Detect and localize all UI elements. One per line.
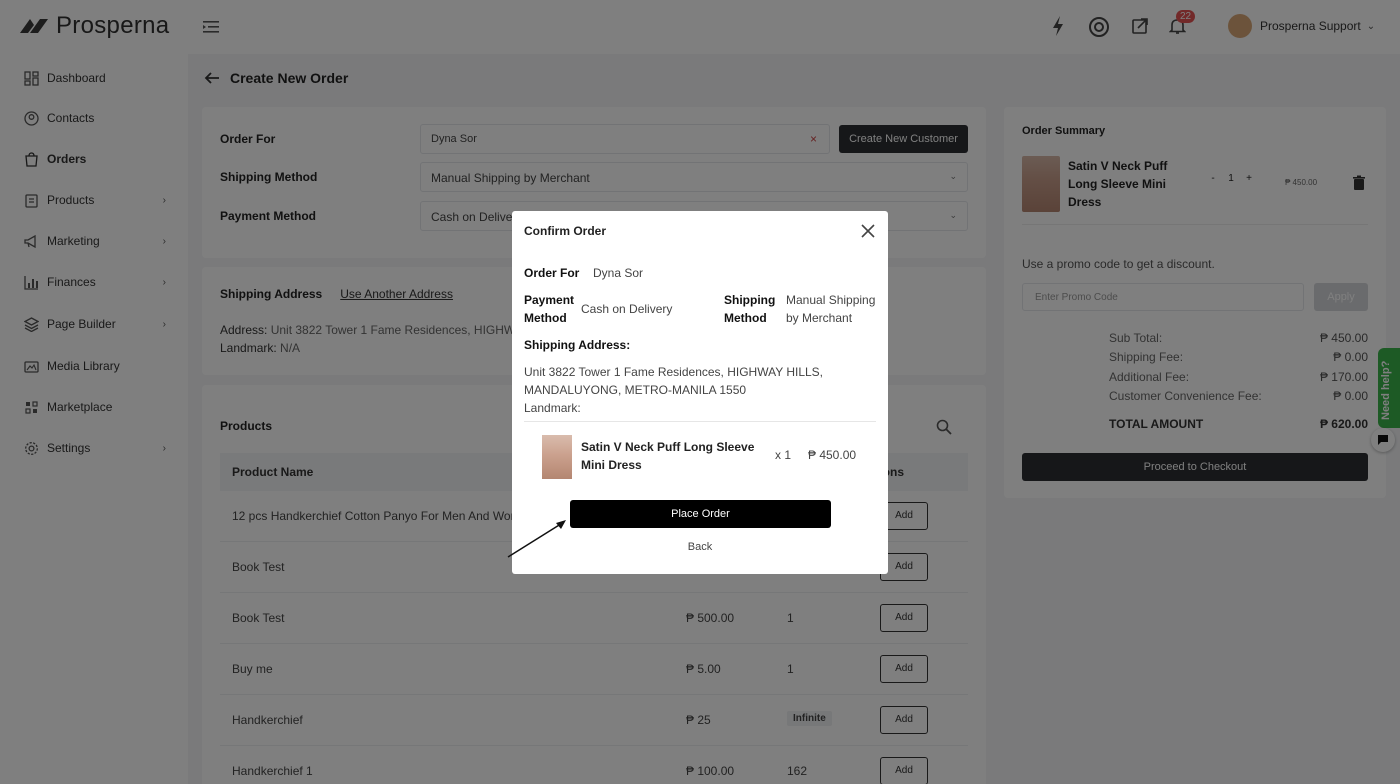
modal-order-for-value: Dyna Sor bbox=[593, 266, 644, 280]
modal-order-for-label: Order For bbox=[524, 266, 580, 280]
modal-shipping-value: Manual Shipping by Merchant bbox=[786, 293, 876, 325]
close-icon[interactable] bbox=[860, 223, 876, 239]
modal-address-value: Unit 3822 Tower 1 Fame Residences, HIGHW… bbox=[524, 365, 824, 397]
modal-product-qty: x 1 bbox=[775, 448, 792, 462]
modal-title: Confirm Order bbox=[524, 224, 607, 238]
modal-product-thumbnail bbox=[542, 435, 572, 479]
modal-landmark-label: Landmark: bbox=[524, 401, 581, 415]
modal-shipping-label: Shipping Method bbox=[724, 293, 776, 325]
divider bbox=[524, 421, 876, 422]
place-order-button[interactable]: Place Order bbox=[570, 500, 831, 528]
modal-address-block: Unit 3822 Tower 1 Fame Residences, HIGHW… bbox=[524, 363, 824, 417]
modal-product-name: Satin V Neck Puff Long Sleeve Mini Dress bbox=[581, 440, 755, 472]
modal-payment-value: Cash on Delivery bbox=[581, 302, 673, 316]
modal-product-price: ₱ 450.00 bbox=[808, 448, 857, 462]
annotation-arrow-icon bbox=[507, 520, 566, 558]
modal-payment-label: Payment Method bbox=[524, 293, 575, 325]
modal-address-label: Shipping Address: bbox=[524, 338, 631, 352]
